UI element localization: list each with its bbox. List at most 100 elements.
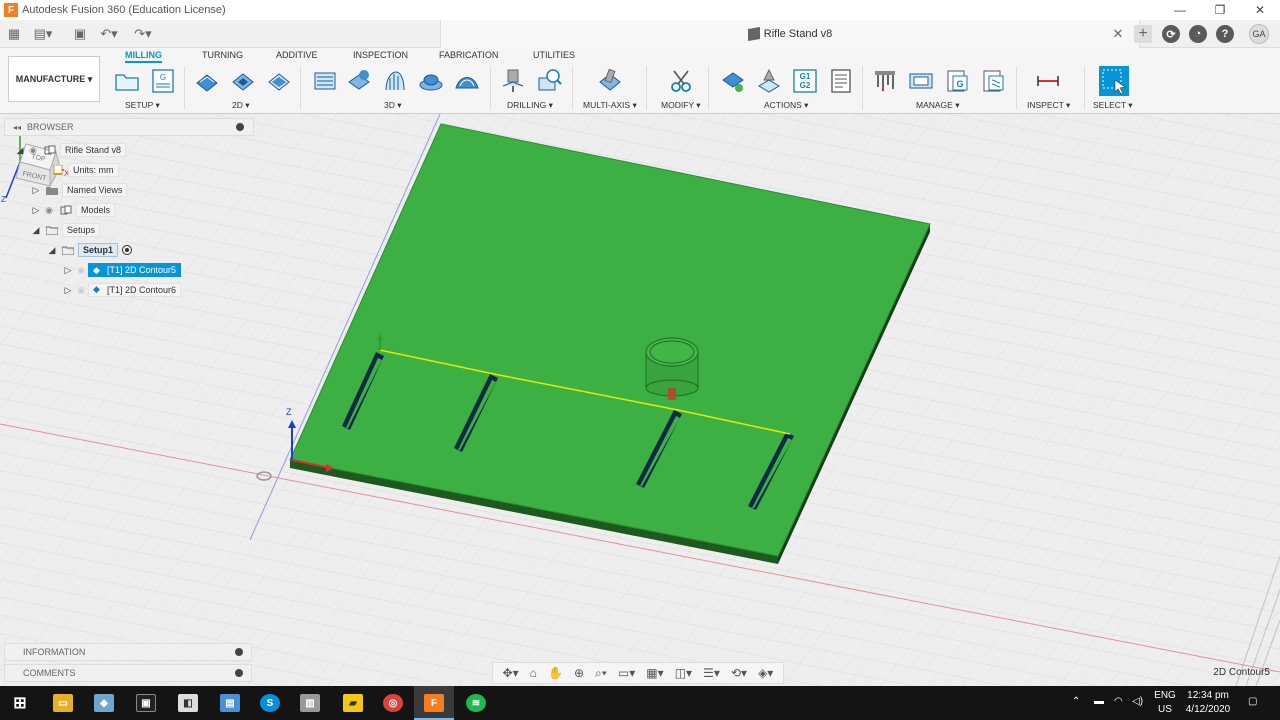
select-icon[interactable] — [1098, 65, 1130, 97]
expand-icon[interactable]: ▷ — [30, 185, 42, 196]
stock-display-icon[interactable]: ◈▾ — [758, 666, 773, 680]
help-icon[interactable]: ? — [1216, 25, 1234, 43]
zoom-icon[interactable]: ⊕ — [574, 666, 584, 680]
information-panel[interactable]: INFORMATION — [4, 643, 252, 661]
viewports-icon[interactable]: ◫▾ — [675, 666, 692, 680]
close-window-button[interactable]: ✕ — [1240, 0, 1280, 20]
tree-root[interactable]: ◢ ◉ Rifle Stand v8 — [14, 142, 127, 158]
tree-contour5[interactable]: ▷ ◉ ◆ [T1] 2D Contour5 — [62, 262, 182, 278]
simulation-icon[interactable]: ⟲▾ — [731, 666, 747, 680]
remote-desktop-icon[interactable]: ▤ — [220, 694, 240, 712]
group-drilling[interactable]: DRILLING ▾ — [507, 100, 553, 111]
activate-setup-icon[interactable] — [122, 245, 133, 255]
app-icon-gray[interactable]: ▥ — [300, 694, 320, 712]
setup-sheet-icon[interactable] — [828, 68, 854, 94]
undo-icon[interactable]: ↶▾ — [98, 25, 120, 43]
app-icon-blue[interactable]: ◆ — [94, 694, 114, 712]
job-status-icon[interactable]: ⟳ — [1162, 25, 1180, 43]
wifi-icon[interactable]: ◠ — [1114, 696, 1123, 707]
battery-icon[interactable]: ▬ — [1094, 696, 1104, 707]
comments-panel[interactable]: COMMENTS — [4, 664, 252, 682]
expand-icon[interactable]: ◢ — [14, 145, 26, 156]
browser-pin-icon[interactable] — [236, 123, 244, 131]
scissors-icon[interactable] — [668, 68, 694, 94]
group-actions[interactable]: ACTIONS ▾ — [764, 100, 808, 111]
volume-icon[interactable]: ◁) — [1132, 696, 1143, 707]
new-setup-folder-icon[interactable] — [114, 68, 140, 94]
user-avatar[interactable]: GA — [1249, 24, 1269, 44]
tab-inspection[interactable]: INSPECTION — [353, 50, 408, 60]
minimize-button[interactable]: — — [1160, 0, 1200, 20]
post-process-g1g2-icon[interactable]: G1G2 — [792, 68, 818, 94]
notifications-icon[interactable]: ◔ — [1189, 25, 1207, 43]
pan-icon[interactable]: ✋ — [548, 666, 563, 680]
input-language[interactable]: ENG US — [1154, 690, 1176, 715]
group-inspect[interactable]: INSPECT ▾ — [1027, 100, 1070, 111]
tray-chevron-icon[interactable]: ⌃ — [1072, 696, 1080, 707]
system-clock[interactable]: 12:34 pm 4/12/2020 — [1180, 690, 1236, 715]
tree-named-views[interactable]: ▷ Named Views — [30, 182, 128, 198]
tab-turning[interactable]: TURNING — [202, 50, 243, 60]
group-select[interactable]: SELECT ▾ — [1093, 100, 1133, 111]
scallop-icon[interactable] — [454, 68, 480, 94]
simulate-with-machine-icon[interactable] — [756, 68, 782, 94]
redo-icon[interactable]: ↷▾ — [132, 25, 154, 43]
tool-library-icon[interactable] — [872, 68, 898, 94]
expand-icon[interactable]: ◢ — [30, 225, 42, 236]
browser-header[interactable]: ◂◂ BROWSER — [4, 118, 254, 136]
swarf-icon[interactable] — [597, 68, 623, 94]
group-modify[interactable]: MODIFY ▾ — [661, 100, 701, 111]
machine-library-icon[interactable] — [908, 68, 934, 94]
expand-icon[interactable]: ◢ — [46, 245, 58, 256]
comments-toggle-icon[interactable] — [235, 669, 243, 677]
fusion-taskbar-icon[interactable]: F — [424, 694, 444, 712]
close-tab-button[interactable]: ✕ — [1110, 25, 1126, 43]
look-at-icon[interactable]: ⌂ — [530, 666, 537, 680]
collapse-icon[interactable]: ◂◂ — [13, 123, 21, 132]
expand-icon[interactable]: ▷ — [30, 205, 42, 216]
action-center-icon[interactable]: ▢ — [1248, 696, 1257, 707]
maximize-button[interactable]: ❐ — [1200, 0, 1240, 20]
group-manage[interactable]: MANAGE ▾ — [916, 100, 959, 111]
expand-icon[interactable]: ▷ — [62, 285, 74, 296]
data-panel-grid-icon[interactable]: ▦ — [6, 25, 22, 43]
skype-icon[interactable]: S — [260, 694, 280, 712]
3d-adaptive-icon[interactable] — [312, 68, 338, 94]
2d-adaptive-icon[interactable] — [194, 68, 220, 94]
save-icon[interactable]: ▣ — [72, 25, 88, 43]
toolpath-display-icon[interactable]: ☰▾ — [703, 666, 720, 680]
group-multi-axis[interactable]: MULTI-AXIS ▾ — [583, 100, 637, 111]
spotify-icon[interactable]: ≋ — [466, 694, 486, 712]
measure-icon[interactable] — [1035, 68, 1061, 94]
document-tab[interactable]: Rifle Stand v8 — [440, 20, 1140, 48]
visibility-eye-icon[interactable]: ◉ — [26, 145, 40, 156]
tab-milling[interactable]: MILLING — [125, 50, 162, 63]
pocket-clearing-icon[interactable] — [346, 68, 372, 94]
tab-fabrication[interactable]: FABRICATION — [439, 50, 498, 60]
tree-setups[interactable]: ◢ Setups — [30, 222, 101, 238]
visibility-eye-icon[interactable]: ◉ — [74, 265, 88, 276]
information-toggle-icon[interactable] — [235, 648, 243, 656]
display-settings-icon[interactable]: ▭▾ — [618, 666, 635, 680]
nc-program-icon[interactable]: G — [150, 68, 176, 94]
visibility-eye-icon[interactable]: ◉ — [74, 285, 88, 296]
group-2d[interactable]: 2D ▾ — [232, 100, 250, 111]
tree-setup1[interactable]: ◢ Setup1 — [46, 242, 133, 258]
tab-additive[interactable]: ADDITIVE — [276, 50, 318, 60]
sticky-notes-icon[interactable]: ▰ — [343, 694, 363, 712]
file-menu-icon[interactable]: ▤▾ — [32, 25, 54, 43]
drill-icon[interactable] — [500, 68, 526, 94]
file-explorer-icon[interactable]: ▭ — [53, 694, 73, 712]
tab-utilities[interactable]: UTILITIES — [533, 50, 575, 60]
terminal-icon[interactable]: ▣ — [136, 694, 156, 712]
contour-3d-icon[interactable] — [418, 68, 444, 94]
hole-recognition-icon[interactable] — [536, 68, 562, 94]
group-3d[interactable]: 3D ▾ — [384, 100, 402, 111]
steep-and-shallow-icon[interactable] — [382, 68, 408, 94]
tree-models[interactable]: ▷ ◉ Models — [30, 202, 116, 218]
orbit-icon[interactable]: ✥▾ — [503, 666, 519, 680]
simulate-icon[interactable] — [720, 68, 746, 94]
post-library-icon[interactable]: G — [944, 68, 970, 94]
grid-settings-icon[interactable]: ▦▾ — [646, 666, 663, 680]
visibility-eye-icon[interactable]: ◉ — [42, 205, 56, 216]
